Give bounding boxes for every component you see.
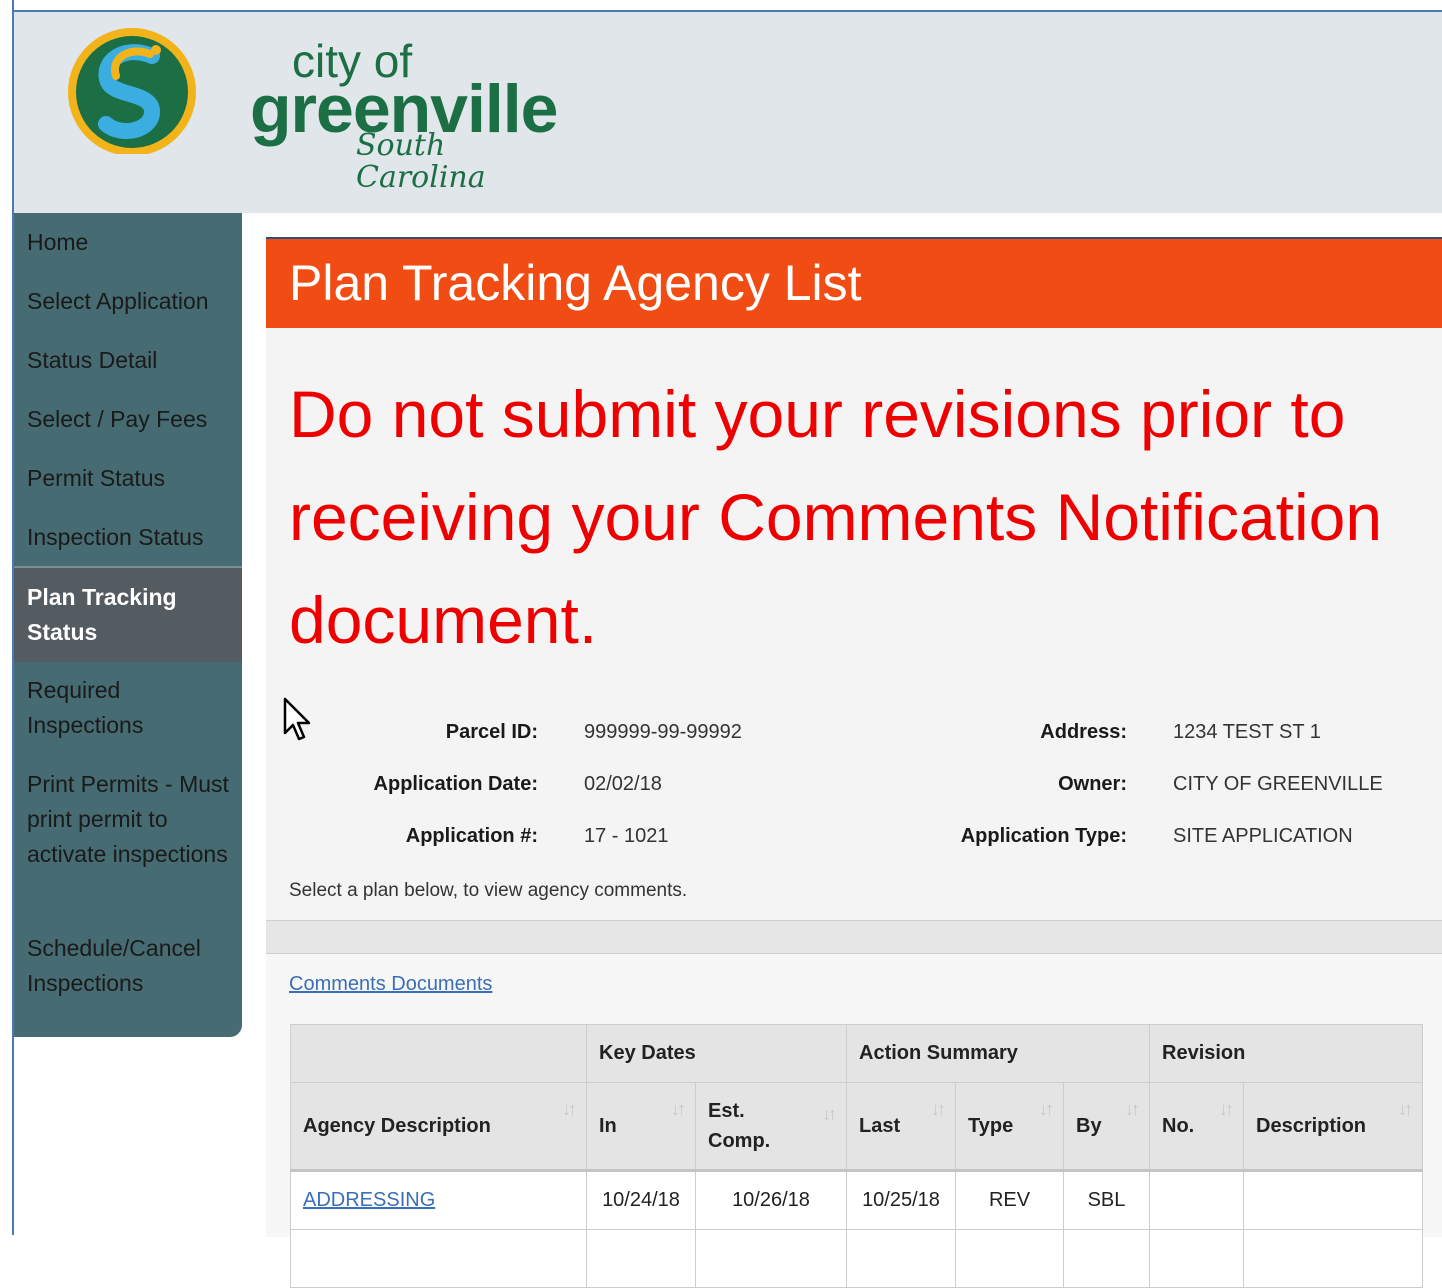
sidebar-item-status-detail[interactable]: Status Detail xyxy=(14,343,242,378)
sidebar-item-permit-status[interactable]: Permit Status xyxy=(14,461,242,496)
sidebar-item-select-application[interactable]: Select Application xyxy=(14,284,242,319)
page-title: Plan Tracking Agency List xyxy=(289,255,862,311)
sort-icon[interactable]: ↓↑ xyxy=(1398,1099,1413,1120)
address-value: 1234 TEST ST 1 xyxy=(1173,721,1321,743)
column-header-revision-description[interactable]: Description ↓↑ xyxy=(1242,1082,1424,1172)
sidebar-item-schedule-cancel-inspections[interactable]: Schedule/Cancel Inspections xyxy=(14,931,242,1001)
city-logo[interactable]: city of greenville South Carolina xyxy=(64,14,558,194)
group-header-revision: Revision xyxy=(1148,1024,1424,1083)
application-number-value: 17 - 1021 xyxy=(584,825,669,847)
agency-table-wrapper: Key Dates Action Summary Revision Agency… xyxy=(290,1024,1424,1288)
column-header-type[interactable]: Type ↓↑ xyxy=(955,1082,1064,1172)
agency-link[interactable]: ADDRESSING xyxy=(303,1189,435,1211)
logo-south-carolina-text: South Carolina xyxy=(356,128,486,195)
greenville-g-emblem-icon xyxy=(68,28,196,154)
column-header-revision-no[interactable]: No. ↓↑ xyxy=(1149,1082,1244,1172)
column-header-by[interactable]: By ↓↑ xyxy=(1063,1082,1150,1172)
table-row[interactable] xyxy=(290,1229,1424,1288)
cell-action-by: SBL xyxy=(1063,1170,1150,1230)
sort-icon[interactable]: ↓↑ xyxy=(562,1099,577,1120)
sidebar-item-select-pay-fees[interactable]: Select / Pay Fees xyxy=(14,402,242,437)
cell-empty xyxy=(1242,1229,1424,1288)
cell-agency: ADDRESSING xyxy=(290,1170,587,1230)
application-date-value: 02/02/18 xyxy=(584,773,662,795)
owner-label: Owner: xyxy=(1058,773,1127,795)
owner-value: CITY OF GREENVILLE xyxy=(1173,773,1383,795)
cell-empty xyxy=(1149,1229,1244,1288)
table-row[interactable]: ADDRESSING 10/24/18 10/26/18 10/25/18 RE… xyxy=(290,1170,1424,1230)
column-label: Est. Comp. xyxy=(708,1100,771,1152)
sidebar-item-print-permits[interactable]: Print Permits - Must print permit to act… xyxy=(14,767,242,872)
column-label: Last xyxy=(859,1114,901,1137)
group-header-action-summary: Action Summary xyxy=(846,1024,1150,1083)
sidebar-item-plan-tracking-status[interactable]: Plan Tracking Status xyxy=(14,566,242,662)
column-label: Type xyxy=(968,1114,1014,1137)
sidebar-nav: Home Select Application Status Detail Se… xyxy=(14,213,242,1037)
column-label: No. xyxy=(1162,1114,1195,1137)
cell-in-date: 10/24/18 xyxy=(586,1170,696,1230)
column-header-est-comp[interactable]: Est. Comp. ↓↑ xyxy=(695,1082,847,1172)
agency-table: Key Dates Action Summary Revision Agency… xyxy=(290,1024,1424,1288)
cell-est-comp-date: 10/26/18 xyxy=(695,1170,847,1230)
group-header-key-dates: Key Dates xyxy=(586,1024,847,1083)
sidebar-item-home[interactable]: Home xyxy=(14,225,242,260)
section-band xyxy=(266,921,1442,954)
address-label: Address: xyxy=(1040,721,1127,743)
cell-action-type: REV xyxy=(955,1170,1064,1230)
table-group-header-row: Key Dates Action Summary Revision xyxy=(290,1024,1424,1083)
column-label: In xyxy=(599,1114,617,1137)
cell-empty xyxy=(586,1229,696,1288)
site-header: city of greenville South Carolina xyxy=(14,12,1442,213)
column-label: Agency Description xyxy=(303,1114,491,1137)
sidebar-item-inspection-status[interactable]: Inspection Status xyxy=(14,520,242,555)
mouse-pointer-icon xyxy=(283,697,311,741)
column-label: Description xyxy=(1256,1114,1367,1137)
column-header-in[interactable]: In ↓↑ xyxy=(586,1082,696,1172)
comments-documents-link[interactable]: Comments Documents xyxy=(289,972,492,996)
sort-icon[interactable]: ↓↑ xyxy=(1125,1099,1140,1120)
cell-empty xyxy=(846,1229,956,1288)
application-type-label: Application Type: xyxy=(960,825,1127,847)
column-header-last[interactable]: Last ↓↑ xyxy=(846,1082,956,1172)
cell-empty xyxy=(695,1229,847,1288)
select-plan-hint: Select a plan below, to view agency comm… xyxy=(289,880,688,901)
column-header-agency-description[interactable]: Agency Description ↓↑ xyxy=(290,1082,587,1172)
sort-icon[interactable]: ↓↑ xyxy=(1219,1099,1234,1120)
sort-icon[interactable]: ↓↑ xyxy=(671,1099,686,1120)
cell-empty xyxy=(1063,1229,1150,1288)
application-number-label: Application #: xyxy=(405,825,538,847)
sort-icon[interactable]: ↓↑ xyxy=(822,1099,837,1129)
cell-revision-description xyxy=(1242,1170,1424,1230)
cell-revision-no xyxy=(1149,1170,1244,1230)
sort-icon[interactable]: ↓↑ xyxy=(1039,1099,1054,1120)
cell-empty xyxy=(955,1229,1064,1288)
application-date-label: Application Date: xyxy=(373,773,538,795)
parcel-id-value: 999999-99-99992 xyxy=(584,721,742,743)
cell-last-date: 10/25/18 xyxy=(846,1170,956,1230)
page-title-bar: Plan Tracking Agency List xyxy=(266,237,1442,328)
table-column-header-row: Agency Description ↓↑ In ↓↑ Est. Comp. ↓… xyxy=(290,1082,1424,1172)
sidebar-item-required-inspections[interactable]: Required Inspections xyxy=(14,673,242,743)
revision-warning-text: Do not submit your revisions prior to re… xyxy=(289,377,1383,657)
sort-icon[interactable]: ↓↑ xyxy=(931,1099,946,1120)
group-header-empty xyxy=(290,1024,587,1083)
column-label: By xyxy=(1076,1114,1102,1137)
cell-empty xyxy=(290,1229,587,1288)
main-panel: Plan Tracking Agency List Do not submit … xyxy=(266,237,1442,1288)
application-type-value: SITE APPLICATION xyxy=(1173,825,1353,847)
